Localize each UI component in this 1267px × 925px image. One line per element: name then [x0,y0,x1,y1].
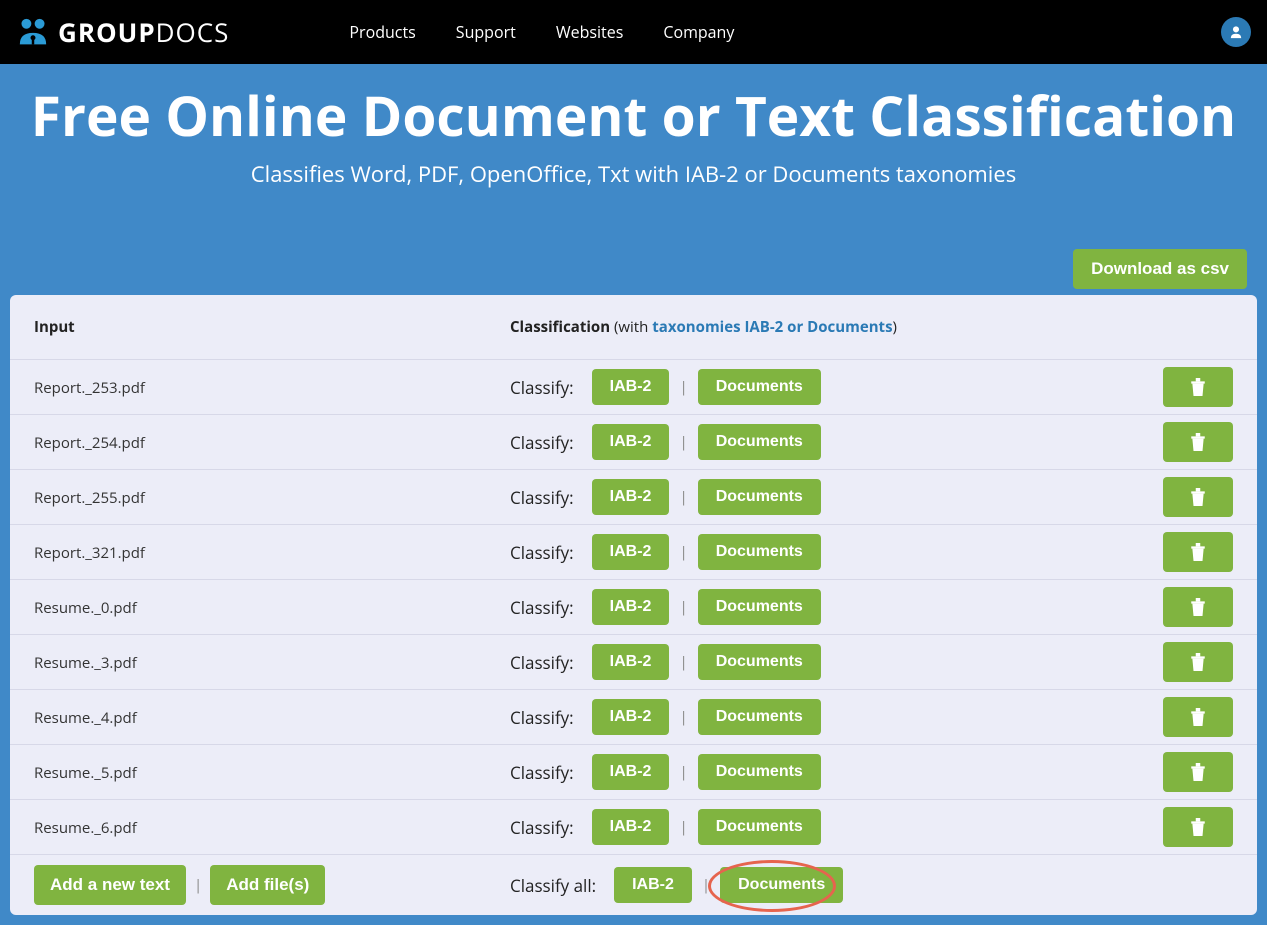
nav-support[interactable]: Support [456,21,516,43]
delete-button[interactable] [1163,697,1233,737]
nav-company[interactable]: Company [663,21,734,43]
delete-button[interactable] [1163,807,1233,847]
user-account-button[interactable] [1221,17,1251,47]
add-text-button[interactable]: Add a new text [34,865,186,905]
delete-button[interactable] [1163,532,1233,572]
brand-logo[interactable]: GROUPDOCS [16,14,229,50]
classify-documents-button[interactable]: Documents [698,369,821,405]
trash-icon [1190,433,1206,451]
delete-button[interactable] [1163,642,1233,682]
delete-button[interactable] [1163,587,1233,627]
file-name: Resume._6.pdf [34,818,137,838]
delete-button[interactable] [1163,367,1233,407]
classify-documents-button[interactable]: Documents [698,589,821,625]
file-list-card: Input Classification (with taxonomies IA… [10,295,1257,915]
trash-icon [1190,378,1206,396]
file-name: Resume._5.pdf [34,763,137,783]
file-name: Resume._3.pdf [34,653,137,673]
classify-documents-button[interactable]: Documents [698,754,821,790]
classify-label: Classify: [510,816,574,839]
table-row: Report._253.pdf Classify: IAB-2 | Docume… [10,360,1257,415]
header-input: Input [34,317,510,337]
classify-documents-button[interactable]: Documents [698,479,821,515]
footer-separator: | [194,875,202,895]
classify-iab2-button[interactable]: IAB-2 [592,809,670,845]
list-header: Input Classification (with taxonomies IA… [10,295,1257,360]
groupdocs-icon [16,18,50,46]
classify-documents-button[interactable]: Documents [698,699,821,735]
classify-documents-button[interactable]: Documents [698,644,821,680]
classify-label: Classify: [510,761,574,784]
classify-all-label: Classify all: [510,874,596,897]
table-row: Resume._6.pdf Classify: IAB-2 | Document… [10,800,1257,855]
table-row: Resume._5.pdf Classify: IAB-2 | Document… [10,745,1257,800]
classify-iab2-button[interactable]: IAB-2 [592,589,670,625]
add-files-button[interactable]: Add file(s) [210,865,325,905]
taxonomies-link[interactable]: taxonomies IAB-2 or Documents [652,317,892,337]
file-name: Report._321.pdf [34,543,145,563]
classify-label: Classify: [510,651,574,674]
trash-icon [1190,488,1206,506]
classify-label: Classify: [510,486,574,509]
classify-documents-button[interactable]: Documents [698,534,821,570]
table-row: Resume._3.pdf Classify: IAB-2 | Document… [10,635,1257,690]
download-csv-button[interactable]: Download as csv [1073,249,1247,289]
classify-iab2-button[interactable]: IAB-2 [592,699,670,735]
list-footer: Add a new text | Add file(s) Classify al… [10,855,1257,915]
file-name: Report._254.pdf [34,433,145,453]
nav-products[interactable]: Products [349,21,415,43]
page-subtitle: Classifies Word, PDF, OpenOffice, Txt wi… [10,159,1257,189]
classify-label: Classify: [510,376,574,399]
table-row: Report._321.pdf Classify: IAB-2 | Docume… [10,525,1257,580]
trash-icon [1190,818,1206,836]
file-name: Resume._0.pdf [34,598,137,618]
file-name: Resume._4.pdf [34,708,137,728]
table-row: Resume._4.pdf Classify: IAB-2 | Document… [10,690,1257,745]
classify-documents-button[interactable]: Documents [698,809,821,845]
trash-icon [1190,598,1206,616]
classify-all-iab2-button[interactable]: IAB-2 [614,867,692,903]
delete-button[interactable] [1163,422,1233,462]
trash-icon [1190,763,1206,781]
classify-label: Classify: [510,596,574,619]
brand-text: GROUPDOCS [58,14,229,50]
classify-iab2-button[interactable]: IAB-2 [592,369,670,405]
trash-icon [1190,653,1206,671]
classify-label: Classify: [510,541,574,564]
header-classification: Classification (with taxonomies IAB-2 or… [510,317,1153,337]
nav-websites[interactable]: Websites [556,21,624,43]
classify-iab2-button[interactable]: IAB-2 [592,534,670,570]
classify-label: Classify: [510,431,574,454]
trash-icon [1190,708,1206,726]
top-navbar: GROUPDOCS Products Support Websites Comp… [0,0,1267,64]
classify-iab2-button[interactable]: IAB-2 [592,424,670,460]
classify-all-documents-button[interactable]: Documents [720,867,843,903]
nav-links: Products Support Websites Company [349,21,734,43]
classify-iab2-button[interactable]: IAB-2 [592,754,670,790]
classify-documents-button[interactable]: Documents [698,424,821,460]
trash-icon [1190,543,1206,561]
page-title: Free Online Document or Text Classificat… [10,78,1257,153]
user-icon [1229,25,1243,39]
classify-iab2-button[interactable]: IAB-2 [592,479,670,515]
table-row: Resume._0.pdf Classify: IAB-2 | Document… [10,580,1257,635]
classify-label: Classify: [510,706,574,729]
delete-button[interactable] [1163,477,1233,517]
hero-section: Free Online Document or Text Classificat… [0,64,1267,925]
table-row: Report._254.pdf Classify: IAB-2 | Docume… [10,415,1257,470]
classify-iab2-button[interactable]: IAB-2 [592,644,670,680]
delete-button[interactable] [1163,752,1233,792]
table-row: Report._255.pdf Classify: IAB-2 | Docume… [10,470,1257,525]
file-name: Report._253.pdf [34,378,145,398]
file-name: Report._255.pdf [34,488,145,508]
